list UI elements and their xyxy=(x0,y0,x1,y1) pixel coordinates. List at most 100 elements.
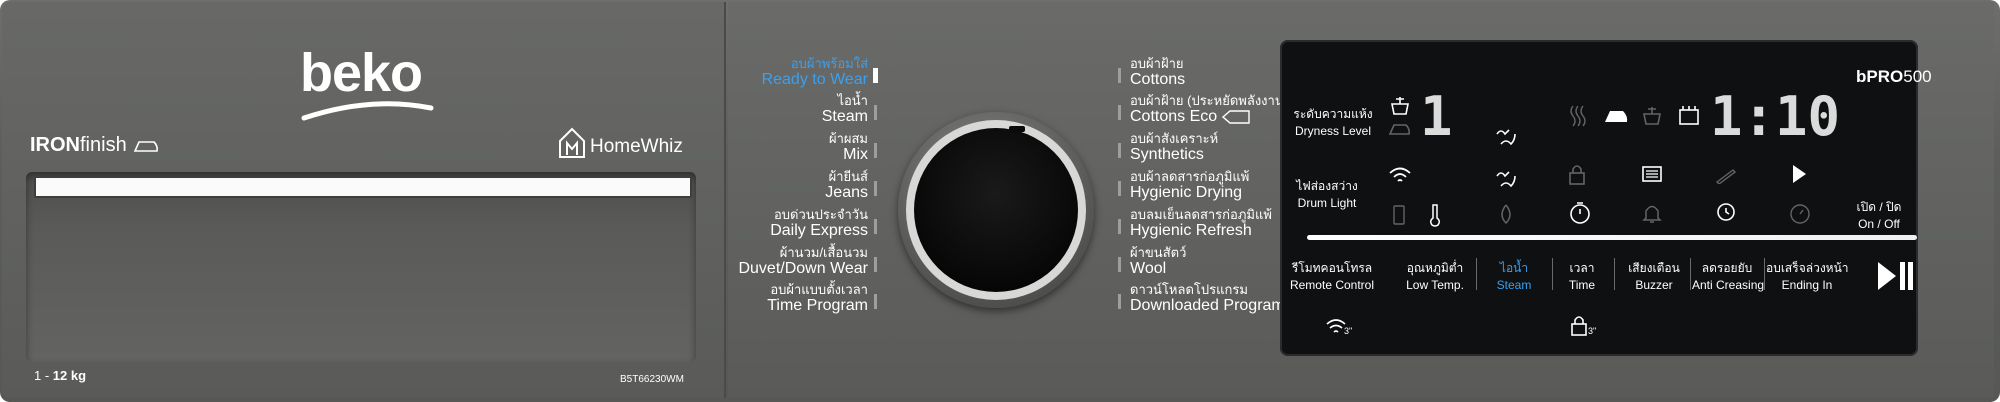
program-label-en: Synthetics xyxy=(1130,146,1204,164)
program-indicator xyxy=(1118,257,1121,272)
program-label-th: อบผ้าสังเคราะห์ xyxy=(1130,131,1219,146)
program-downloaded[interactable]: ดาวน์โหลดโปรแกรม Downloaded Program xyxy=(1130,282,1285,315)
start-pause-icon[interactable] xyxy=(1876,260,1916,292)
time-label-en: Time xyxy=(1568,278,1596,292)
on-off-button[interactable]: เปิด / ปิด On / Off xyxy=(1844,198,1914,231)
progress-bar xyxy=(1307,235,1917,240)
program-label-en: Hygienic Refresh xyxy=(1130,222,1252,240)
series-logo-bold: bPRO xyxy=(1856,67,1904,86)
program-duvet[interactable]: ผ้านวม/เสื้อนวม Duvet/Down Wear xyxy=(738,245,868,278)
capacity-label: 1 - 12 kg xyxy=(34,368,86,383)
bell-icon xyxy=(1642,205,1662,223)
program-synthetics[interactable]: อบผ้าสังเคราะห์ Synthetics xyxy=(1130,131,1219,164)
cupboard-dry-icon xyxy=(1391,97,1409,115)
phone-icon xyxy=(1393,205,1405,225)
anti-creasing-button[interactable]: ลดรอยยับ Anti Creasing xyxy=(1692,259,1765,292)
buzzer-label-en: Buzzer xyxy=(1635,278,1673,292)
anti-crease-icon xyxy=(1717,203,1735,221)
program-indicator xyxy=(1118,68,1121,83)
program-cottons-eco[interactable]: อบผ้าฝ้าย (ประหยัดพลังงาน) Cottons Eco xyxy=(1130,93,1289,126)
thermometer-icon xyxy=(1429,204,1441,227)
program-label-en: Daily Express xyxy=(770,222,868,240)
program-label-en: Hygienic Drying xyxy=(1130,184,1243,202)
program-time-program[interactable]: อบผ้าแบบตั้งเวลา Time Program xyxy=(767,282,868,315)
water-tank-drawer[interactable] xyxy=(26,172,696,362)
program-indicator xyxy=(874,105,877,120)
program-hygienic-drying[interactable]: อบผ้าลดสารก่อภูมิแพ้ Hygienic Drying xyxy=(1130,169,1249,202)
program-label-th: อบผ้าฝ้าย xyxy=(1130,56,1184,71)
extra-dry-icon xyxy=(1679,106,1699,125)
program-label-th: ผ้ายีนส์ xyxy=(828,169,868,184)
program-label-en: Steam xyxy=(821,108,868,126)
low-temp-button[interactable]: อุณหภูมิต่ำ Low Temp. xyxy=(1400,259,1470,292)
program-steam[interactable]: ไอน้ำ Steam xyxy=(821,93,868,126)
homewhiz-icon xyxy=(559,127,585,158)
dryness-label-en: Dryness Level xyxy=(1294,124,1372,138)
low-temp-label-en: Low Temp. xyxy=(1406,278,1464,292)
program-label-th: อบผ้าแบบตั้งเวลา xyxy=(770,282,868,297)
program-hygienic-refresh[interactable]: อบลมเย็นลดสารก่อภูมิแพ้ Hygienic Refresh xyxy=(1130,207,1272,240)
ending-in-button[interactable]: อบเสร็จล่วงหน้า Ending In xyxy=(1766,259,1849,292)
program-label-th: อบผ้าฝ้าย (ประหยัดพลังงาน) xyxy=(1130,93,1289,108)
steam-button[interactable]: ไอน้ำ Steam xyxy=(1482,259,1546,292)
drum-light-button[interactable]: ไฟส่องสว่าง Drum Light xyxy=(1286,177,1368,210)
on-off-label-en: On / Off xyxy=(1858,217,1900,231)
remote-control-label-en: Remote Control xyxy=(1289,278,1375,292)
wifi-icon xyxy=(1389,167,1411,182)
program-label-en: Jeans xyxy=(825,184,868,202)
program-label-th: ดาวน์โหลดโปรแกรม xyxy=(1130,282,1248,297)
ironfinish-label: IRONfinish xyxy=(30,134,160,157)
knob-center[interactable] xyxy=(914,128,1078,292)
steam-label-en: Steam xyxy=(1496,278,1532,292)
program-mix[interactable]: ผ้าผสม Mix xyxy=(829,131,868,164)
dryness-level-button[interactable]: ระดับความแห้ง Dryness Level xyxy=(1292,105,1374,138)
button-divider xyxy=(1476,258,1477,290)
program-indicator xyxy=(1118,105,1121,120)
program-label-en: Cottons xyxy=(1130,71,1186,89)
buzzer-button[interactable]: เสียงเตือน Buzzer xyxy=(1620,259,1688,292)
start-pause-button[interactable] xyxy=(1790,163,1808,185)
program-jeans[interactable]: ผ้ายีนส์ Jeans xyxy=(825,169,868,202)
drum-light-label-en: Drum Light xyxy=(1297,196,1357,210)
low-temp-label-th: อุณหภูมิต่ำ xyxy=(1406,261,1464,275)
time-label-th: เวลา xyxy=(1569,261,1595,275)
program-indicator xyxy=(1118,181,1121,196)
button-divider xyxy=(1764,258,1765,290)
program-ready-to-wear[interactable]: อบผ้าพร้อมใส่ Ready to Wear xyxy=(761,56,868,89)
ending-in-label-en: Ending In xyxy=(1781,278,1833,292)
program-daily-express[interactable]: อบด่วนประจำวัน Daily Express xyxy=(770,207,868,240)
program-wool[interactable]: ผ้าขนสัตว์ Wool xyxy=(1130,245,1187,278)
child-lock-icon xyxy=(1569,165,1585,185)
iron-icon xyxy=(134,140,159,152)
program-label-th: ผ้าขนสัตว์ xyxy=(1130,245,1187,260)
program-indicator xyxy=(1118,219,1121,234)
remote-control-label-th: รีโมทคอนโทรล xyxy=(1291,261,1373,275)
delay-timer-icon xyxy=(1790,204,1810,224)
anti-creasing-label-th: ลดรอยยับ xyxy=(1701,261,1753,275)
drum-light-label-th: ไฟส่องสว่าง xyxy=(1296,179,1358,193)
program-label-th: อบด่วนประจำวัน xyxy=(773,207,868,222)
wifi-hold-hint: 3" xyxy=(1344,326,1353,336)
iron-dry-icon xyxy=(1388,124,1410,135)
program-indicator xyxy=(874,219,877,234)
model-number: B5T66230WM xyxy=(620,374,684,385)
lock-hold-hint: 3" xyxy=(1588,326,1597,336)
anti-creasing-label-en: Anti Creasing xyxy=(1692,278,1765,292)
program-cottons[interactable]: อบผ้าฝ้าย Cottons xyxy=(1130,56,1186,89)
child-lock-icon xyxy=(1571,316,1587,336)
time-button[interactable]: เวลา Time xyxy=(1558,259,1606,292)
program-label-en: Duvet/Down Wear xyxy=(738,260,868,278)
series-logo-number: 500 xyxy=(1903,67,1932,86)
brand-logo-arc xyxy=(301,101,434,121)
program-label-en: Mix xyxy=(843,146,868,164)
pipe-icon xyxy=(1715,169,1737,184)
program-label-en: Cottons Eco xyxy=(1130,108,1288,126)
button-divider xyxy=(1614,258,1615,290)
remote-control-button[interactable]: รีโมทคอนโทรล Remote Control xyxy=(1286,259,1378,292)
drawer-handle[interactable] xyxy=(34,176,692,198)
timer-icon xyxy=(1570,202,1590,224)
program-label-en: Ready to Wear xyxy=(761,71,868,89)
ending-in-label-th: อบเสร็จล่วงหน้า xyxy=(1766,261,1849,275)
program-label-th: ผ้านวม/เสื้อนวม xyxy=(779,245,868,260)
program-label-en-text: Cottons Eco xyxy=(1130,108,1218,126)
